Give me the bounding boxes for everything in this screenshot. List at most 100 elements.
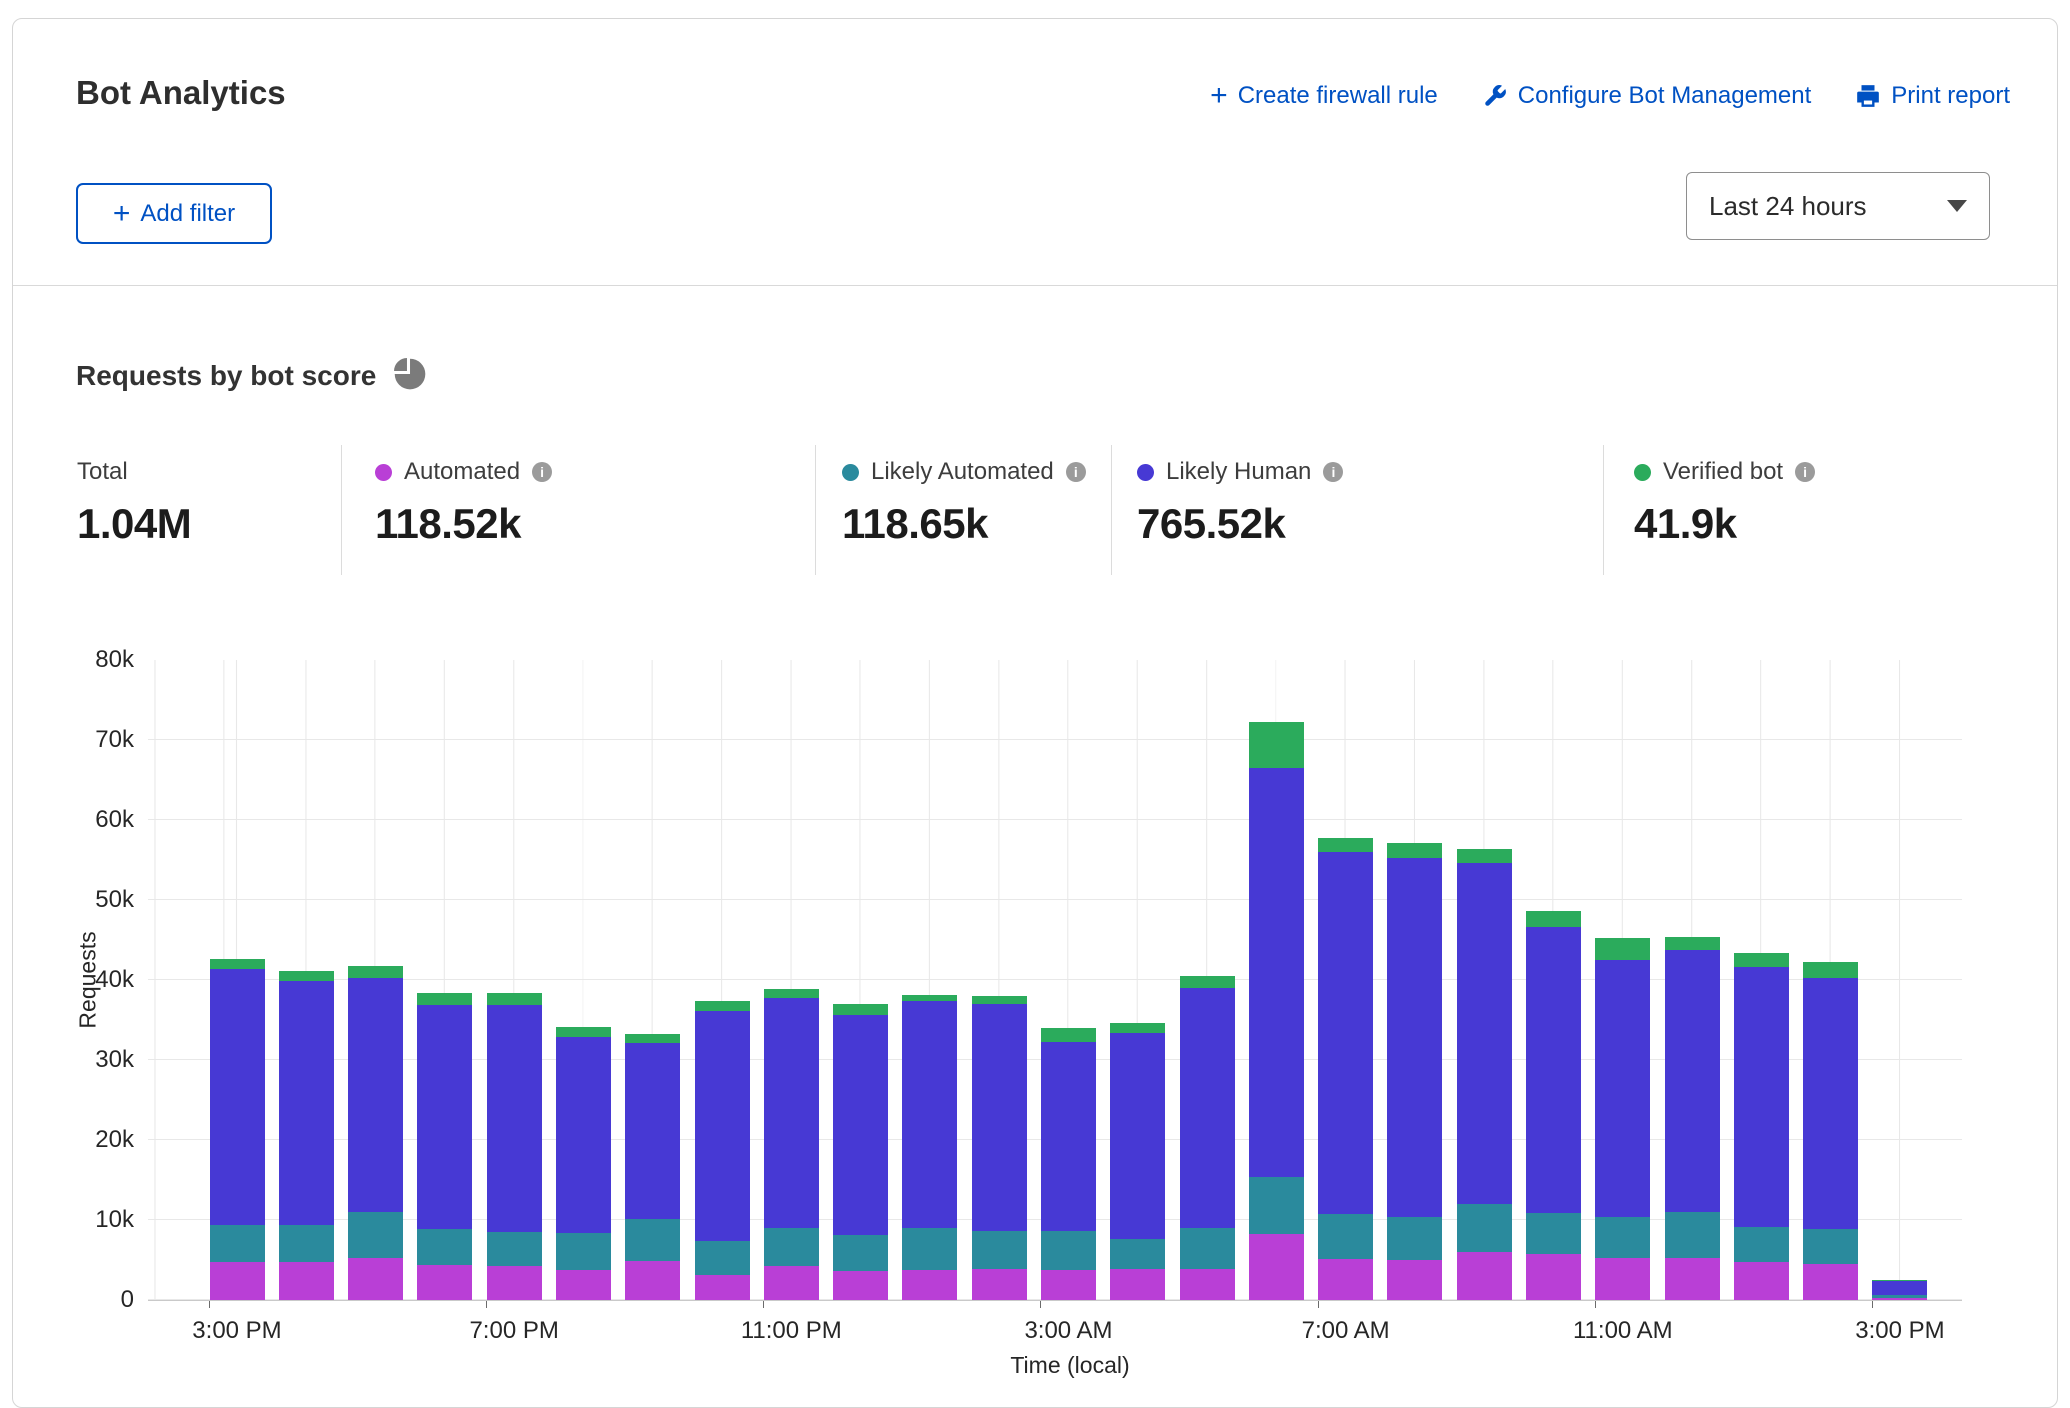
bar-segment-likely-human [1110,1033,1165,1239]
info-icon[interactable]: i [1323,462,1343,482]
bar-segment-likely-automated [417,1229,472,1265]
bar-segment-verified-bot [279,971,334,981]
bar-segment-likely-human [348,978,403,1212]
bar-segment-verified-bot [417,993,472,1005]
chart-bar-9-00-pm-6[interactable] [625,1034,680,1300]
chart-bar-10-00-pm-7[interactable] [695,1001,750,1300]
chart-bar-4-00-am-13[interactable] [1110,1023,1165,1300]
bar-segment-likely-human [1734,967,1789,1227]
stat-value: 1.04M [77,500,341,548]
chart-bar-11-00-pm-8[interactable] [764,989,819,1300]
chart-bar-9-00-am-18[interactable] [1457,849,1512,1300]
chart-bar-7-00-pm-4[interactable] [487,993,542,1300]
bar-segment-verified-bot [1803,962,1858,978]
stat-label-row: Likely Human i [1137,457,1603,487]
stat-value: 118.65k [842,500,1111,548]
bar-segment-automated [833,1271,888,1300]
bar-segment-verified-bot [1041,1028,1096,1042]
bar-segment-likely-human [1526,927,1581,1213]
add-filter-button[interactable]: + Add filter [76,183,272,244]
y-axis-tick-label: 40k [10,966,134,994]
bar-segment-likely-automated [1318,1214,1373,1259]
bar-segment-likely-automated [1041,1231,1096,1270]
bar-segment-likely-automated [902,1228,957,1270]
bar-segment-verified-bot [348,966,403,978]
bar-segment-automated [279,1262,334,1300]
info-icon[interactable]: i [1066,462,1086,482]
y-axis-tick-label: 60k [10,806,134,834]
chart-bar-2-00-am-11[interactable] [972,996,1027,1300]
stat-label: Verified bot [1663,458,1783,486]
stat-label: Automated [404,458,520,486]
legend-dot [375,464,392,481]
page-title: Bot Analytics [76,74,286,112]
stat-label: Total [77,458,128,486]
bar-segment-verified-bot [833,1004,888,1015]
pie-chart-icon [392,356,426,395]
chart-bar-3-00-am-12[interactable] [1041,1028,1096,1300]
bar-segment-likely-human [1180,988,1235,1228]
configure-bot-management-link[interactable]: Configure Bot Management [1482,82,1812,110]
bar-segment-likely-human [625,1043,680,1219]
stat-value: 41.9k [1634,500,2057,548]
bar-segment-automated [1180,1269,1235,1300]
chart-bar-1-00-am-10[interactable] [902,995,957,1300]
x-axis-tick-label: 3:00 PM [1830,1317,1970,1345]
chart-bar-8-00-am-17[interactable] [1387,843,1442,1300]
stat-total: Total 1.04M [13,445,341,575]
x-axis-tick [209,1301,210,1308]
section-title-row: Requests by bot score [76,356,426,395]
chart-bar-1-00-pm-22[interactable] [1734,953,1789,1300]
y-axis-tick-label: 50k [10,886,134,914]
create-firewall-rule-link[interactable]: +Create firewall rule [1210,82,1438,110]
chart-bar-5-00-pm-2[interactable] [348,966,403,1300]
chart-bar-11-00-am-20[interactable] [1595,938,1650,1300]
bar-segment-likely-human [279,981,334,1225]
info-icon[interactable]: i [532,462,552,482]
chart-bar-6-00-am-15[interactable] [1249,722,1304,1300]
bar-segment-automated [1318,1259,1373,1300]
x-axis-tick [1040,1301,1041,1308]
chart-bar-8-00-pm-5[interactable] [556,1027,611,1300]
stat-label: Likely Automated [871,458,1054,486]
chart-bar-12-00-am-9[interactable] [833,1004,888,1300]
bar-segment-likely-human [1249,768,1304,1177]
x-axis-tick-label: 7:00 PM [444,1317,584,1345]
action-label: Configure Bot Management [1518,82,1812,110]
wrench-icon [1482,83,1508,109]
y-axis-tick-label: 0 [10,1286,134,1314]
bar-segment-likely-automated [487,1232,542,1266]
bar-segment-automated [972,1269,1027,1300]
y-axis-tick-label: 70k [10,726,134,754]
time-range-select[interactable]: Last 24 hours [1686,172,1990,240]
stat-verified-bot: Verified bot i 41.9k [1603,445,2057,575]
print-report-link[interactable]: Print report [1855,82,2010,110]
bar-segment-automated [1249,1234,1304,1300]
chart-bar-4-00-pm-1[interactable] [279,971,334,1300]
stat-label-row: Verified bot i [1634,457,2057,487]
chart-bar-12-00-pm-21[interactable] [1665,937,1720,1300]
bar-segment-likely-automated [1595,1217,1650,1258]
chart-bar-7-00-am-16[interactable] [1318,838,1373,1300]
plus-icon: + [1210,84,1228,108]
chart-bar-10-00-am-19[interactable] [1526,911,1581,1300]
x-axis-tick-label: 3:00 PM [167,1317,307,1345]
bar-segment-likely-automated [348,1212,403,1258]
chart-bar-6-00-pm-3[interactable] [417,993,472,1300]
stat-label: Likely Human [1166,458,1311,486]
chart-bar-2-00-pm-23[interactable] [1803,962,1858,1300]
info-icon[interactable]: i [1795,462,1815,482]
stat-label-row: Total [77,457,341,487]
chart-bar-3-00-pm-24[interactable] [1872,1280,1927,1300]
chart-bar-3-00-pm-0[interactable] [210,959,265,1300]
bar-segment-verified-bot [210,959,265,969]
bar-segment-likely-human [764,998,819,1228]
chart-bar-5-00-am-14[interactable] [1180,976,1235,1300]
bar-segment-verified-bot [1734,953,1789,967]
x-axis-tick-label: 7:00 AM [1276,1317,1416,1345]
bar-segment-likely-automated [972,1231,1027,1269]
bar-segment-automated [1803,1264,1858,1300]
bar-segment-likely-human [833,1015,888,1235]
bar-segment-verified-bot [1595,938,1650,960]
printer-icon [1855,83,1881,109]
